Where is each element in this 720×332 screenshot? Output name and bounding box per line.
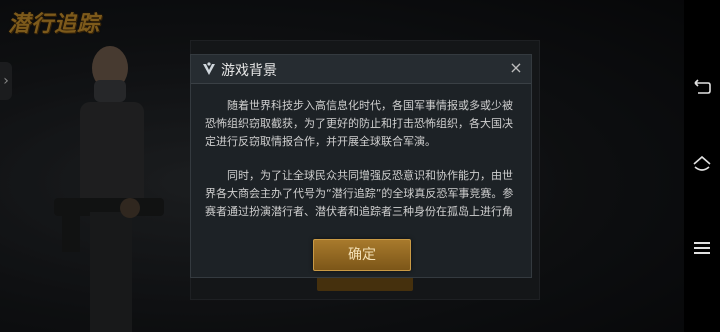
story-paragraph: 随着世界科技步入高信息化时代，各国军事情报或多或少被恐怖组织窃取截获，为了更好的…: [205, 99, 513, 148]
emblem-icon: [203, 62, 215, 75]
menu-icon[interactable]: [692, 238, 712, 258]
dialog-body[interactable]: 随着世界科技步入高信息化时代，各国军事情报或多或少被恐怖组织窃取截获，为了更好的…: [205, 97, 517, 231]
story-paragraph: 同时，为了让全球民众共同增强反恐意识和协作能力，由世界各大商会主办了代号为“潜行…: [205, 169, 514, 218]
close-icon[interactable]: ×: [507, 57, 525, 79]
dialog-header: 游戏背景 ×: [191, 55, 531, 84]
game-background-dialog: 游戏背景 × 随着世界科技步入高信息化时代，各国军事情报或多或少被恐怖组织窃取截…: [190, 54, 532, 278]
dialog-title: 游戏背景: [221, 63, 277, 79]
back-icon[interactable]: [692, 78, 712, 98]
system-nav-bar: [684, 0, 720, 332]
confirm-button[interactable]: 确定: [313, 239, 411, 271]
home-icon[interactable]: [692, 154, 712, 174]
